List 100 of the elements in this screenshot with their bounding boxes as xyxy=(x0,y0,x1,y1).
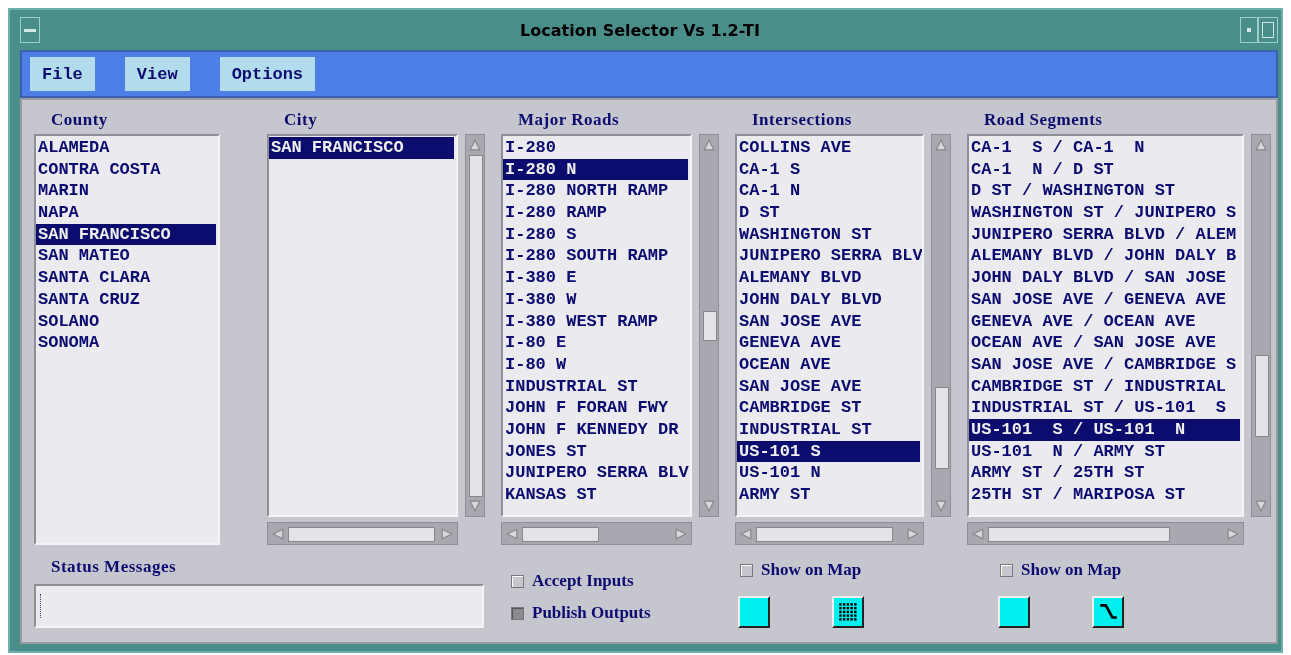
up-arrow-icon[interactable] xyxy=(703,138,715,152)
list-item[interactable]: SAN FRANCISCO xyxy=(36,223,216,246)
list-item[interactable]: CA-1 N / D ST xyxy=(969,158,1240,181)
list-item[interactable]: CA-1 N xyxy=(737,180,920,203)
list-item[interactable]: CA-1 S xyxy=(737,158,920,181)
left-arrow-icon[interactable] xyxy=(739,527,753,540)
right-arrow-icon[interactable] xyxy=(1226,527,1240,540)
vertical-scrollbar[interactable] xyxy=(1251,134,1271,517)
list-item[interactable]: I-280 xyxy=(503,137,688,159)
list-item[interactable]: SAN JOSE AVE / CAMBRIDGE S xyxy=(969,353,1240,376)
list-item[interactable]: CA-1 S / CA-1 N xyxy=(969,137,1240,159)
scroll-thumb[interactable] xyxy=(1255,355,1269,437)
list-item[interactable]: I-280 N xyxy=(503,158,688,181)
list-item[interactable]: JOHN DALY BLVD / SAN JOSE xyxy=(969,267,1240,289)
scroll-thumb[interactable] xyxy=(522,527,599,542)
list-item[interactable]: SAN JOSE AVE xyxy=(737,375,920,398)
color-button[interactable] xyxy=(997,596,1030,628)
checkbox[interactable] xyxy=(740,563,753,577)
list-item[interactable]: I-380 E xyxy=(503,267,688,289)
scroll-thumb[interactable] xyxy=(703,311,717,341)
list-item[interactable]: I-280 NORTH RAMP xyxy=(503,180,688,203)
list-item[interactable]: CAMBRIDGE ST xyxy=(737,397,920,419)
window-menu-button[interactable] xyxy=(20,17,40,43)
list-item[interactable]: SANTA CLARA xyxy=(36,267,216,289)
list-item[interactable]: JUNIPERO SERRA BLV xyxy=(737,245,920,268)
list-item[interactable]: CONTRA COSTA xyxy=(36,158,216,181)
list-item[interactable]: JOHN F KENNEDY DR xyxy=(503,418,688,441)
scroll-thumb[interactable] xyxy=(988,527,1170,542)
list-item[interactable]: SOLANO xyxy=(36,310,216,333)
list-item[interactable]: JUNIPERO SERRA BLVD / ALEM xyxy=(969,223,1240,246)
scroll-thumb[interactable] xyxy=(288,527,435,542)
right-arrow-icon[interactable] xyxy=(440,527,454,540)
list-item[interactable]: SAN JOSE AVE / GENEVA AVE xyxy=(969,288,1240,311)
list-item[interactable]: SAN JOSE AVE xyxy=(737,310,920,333)
scroll-thumb[interactable] xyxy=(756,527,893,542)
menu-item[interactable]: File xyxy=(30,57,95,91)
up-arrow-icon[interactable] xyxy=(935,138,947,152)
up-arrow-icon[interactable] xyxy=(469,138,481,152)
list-item[interactable]: JOHN DALY BLVD xyxy=(737,288,920,311)
right-arrow-icon[interactable] xyxy=(906,527,920,540)
checkbox[interactable] xyxy=(511,606,524,620)
list-item[interactable]: D ST xyxy=(737,202,920,224)
vertical-scrollbar[interactable] xyxy=(699,134,719,517)
grid-button[interactable] xyxy=(831,596,864,628)
list-item[interactable]: I-80 W xyxy=(503,353,688,376)
list-item[interactable]: 25TH ST / MARIPOSA ST xyxy=(969,484,1240,506)
list-item[interactable]: JUNIPERO SERRA BLV xyxy=(503,462,688,484)
maximize-button[interactable] xyxy=(1258,17,1278,43)
color-button[interactable] xyxy=(737,596,770,628)
down-arrow-icon[interactable] xyxy=(935,499,947,513)
list-item[interactable]: WASHINGTON ST xyxy=(737,223,920,246)
vertical-scrollbar[interactable] xyxy=(465,134,485,517)
list-item[interactable]: SAN FRANCISCO xyxy=(269,137,454,159)
list-item[interactable]: JONES ST xyxy=(503,440,688,463)
menu-item[interactable]: Options xyxy=(219,57,316,91)
list-item[interactable]: ARMY ST xyxy=(737,484,920,506)
list-item[interactable]: ALEMANY BLVD / JOHN DALY B xyxy=(969,245,1240,268)
down-arrow-icon[interactable] xyxy=(703,499,715,513)
list-item[interactable]: INDUSTRIAL ST / US-101 S xyxy=(969,397,1240,419)
down-arrow-icon[interactable] xyxy=(1255,499,1267,513)
horizontal-scrollbar[interactable] xyxy=(967,522,1244,545)
checkbox[interactable] xyxy=(1000,563,1013,577)
list-item[interactable]: JOHN F FORAN FWY xyxy=(503,397,688,419)
left-arrow-icon[interactable] xyxy=(971,527,985,540)
scroll-thumb[interactable] xyxy=(469,155,483,497)
list-item[interactable]: ALEMANY BLVD xyxy=(737,267,920,289)
list-item[interactable]: KANSAS ST xyxy=(503,484,688,506)
down-arrow-icon[interactable] xyxy=(469,499,481,513)
list-item[interactable]: I-280 SOUTH RAMP xyxy=(503,245,688,268)
left-arrow-icon[interactable] xyxy=(505,527,519,540)
list-item[interactable]: WASHINGTON ST / JUNIPERO S xyxy=(969,202,1240,224)
list-item[interactable]: SAN MATEO xyxy=(36,245,216,268)
list-item[interactable]: US-101 N xyxy=(737,462,920,484)
right-arrow-icon[interactable] xyxy=(674,527,688,540)
list-item[interactable]: I-280 S xyxy=(503,223,688,246)
list-item[interactable]: I-280 RAMP xyxy=(503,202,688,224)
list-item[interactable]: I-380 W xyxy=(503,288,688,311)
horizontal-scrollbar[interactable] xyxy=(501,522,692,545)
list-item[interactable]: SONOMA xyxy=(36,332,216,354)
list-item[interactable]: US-101 S / US-101 N xyxy=(969,418,1240,441)
minimize-button[interactable] xyxy=(1240,17,1258,43)
list-item[interactable]: OCEAN AVE / SAN JOSE AVE xyxy=(969,332,1240,354)
list-item[interactable]: US-101 N / ARMY ST xyxy=(969,440,1240,463)
curve-button[interactable] xyxy=(1091,596,1124,628)
list-item[interactable]: INDUSTRIAL ST xyxy=(503,375,688,398)
list-item[interactable]: GENEVA AVE xyxy=(737,332,920,354)
left-arrow-icon[interactable] xyxy=(271,527,285,540)
up-arrow-icon[interactable] xyxy=(1255,138,1267,152)
list-item[interactable]: I-80 E xyxy=(503,332,688,354)
list-item[interactable]: SANTA CRUZ xyxy=(36,288,216,311)
scroll-thumb[interactable] xyxy=(935,387,949,469)
list-item[interactable]: MARIN xyxy=(36,180,216,203)
horizontal-scrollbar[interactable] xyxy=(735,522,924,545)
list-item[interactable]: CAMBRIDGE ST / INDUSTRIAL xyxy=(969,375,1240,398)
list-item[interactable]: US-101 S xyxy=(737,440,920,463)
list-item[interactable]: GENEVA AVE / OCEAN AVE xyxy=(969,310,1240,333)
list-item[interactable]: NAPA xyxy=(36,202,216,224)
list-item[interactable]: COLLINS AVE xyxy=(737,137,920,159)
horizontal-scrollbar[interactable] xyxy=(267,522,458,545)
list-item[interactable]: OCEAN AVE xyxy=(737,353,920,376)
